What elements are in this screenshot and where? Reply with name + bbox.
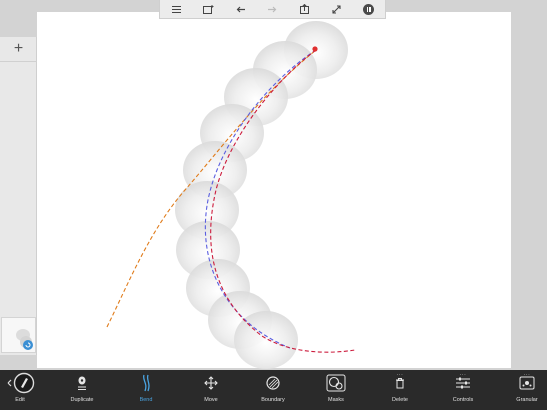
tool-label: Bend: [139, 397, 153, 403]
undo-arrow-icon[interactable]: [231, 1, 249, 17]
tool-label: Granular: [516, 397, 538, 403]
more-options-dots: ...: [396, 371, 404, 377]
add-layer-button[interactable]: +: [0, 37, 37, 62]
bottom-toolbar: Edit Duplicate Bend Move Boundary Masks …: [0, 370, 547, 410]
duplicate-icon: [75, 370, 89, 396]
menu-icon[interactable]: [167, 1, 185, 17]
more-options-dots: ...: [459, 371, 467, 377]
redo-arrow-icon[interactable]: [263, 1, 281, 17]
pause-icon[interactable]: [360, 1, 378, 17]
tool-label: Delete: [392, 397, 408, 403]
bend-handle: [312, 46, 318, 52]
tool-bend[interactable]: Bend: [126, 370, 166, 410]
edit-dial-icon: [5, 370, 35, 396]
tool-label: Boundary: [261, 397, 285, 403]
bend-icon: [139, 370, 153, 396]
tool-label: Controls: [452, 397, 474, 403]
layer-badge-icon: [23, 340, 33, 350]
more-options-dots: ...: [523, 371, 531, 377]
top-toolbar: [159, 0, 386, 19]
tool-masks[interactable]: Masks: [316, 370, 356, 410]
tool-label: Edit: [15, 397, 25, 403]
tool-label: Masks: [328, 397, 344, 403]
tool-label: Duplicate: [70, 397, 94, 403]
move-arrows-icon: [204, 370, 218, 396]
new-frame-icon[interactable]: [199, 1, 217, 17]
tool-edit[interactable]: Edit: [0, 370, 40, 410]
layers-panel: +: [0, 37, 37, 355]
layer-thumbnail[interactable]: [1, 317, 36, 353]
tool-label: Move: [204, 397, 218, 403]
tool-duplicate[interactable]: Duplicate: [62, 370, 102, 410]
masks-icon: [326, 370, 346, 396]
expand-icon[interactable]: [328, 1, 346, 17]
tool-move[interactable]: Move: [191, 370, 231, 410]
tool-boundary[interactable]: Boundary: [253, 370, 293, 410]
boundary-icon: [265, 370, 281, 396]
export-icon[interactable]: [296, 1, 314, 17]
tool-granular[interactable]: ... Granular: [507, 370, 547, 410]
bent-shape-copies: [175, 21, 348, 369]
artwork-layer: [106, 21, 356, 369]
tool-delete[interactable]: ... Delete: [380, 370, 420, 410]
tool-controls[interactable]: ... Controls: [443, 370, 483, 410]
